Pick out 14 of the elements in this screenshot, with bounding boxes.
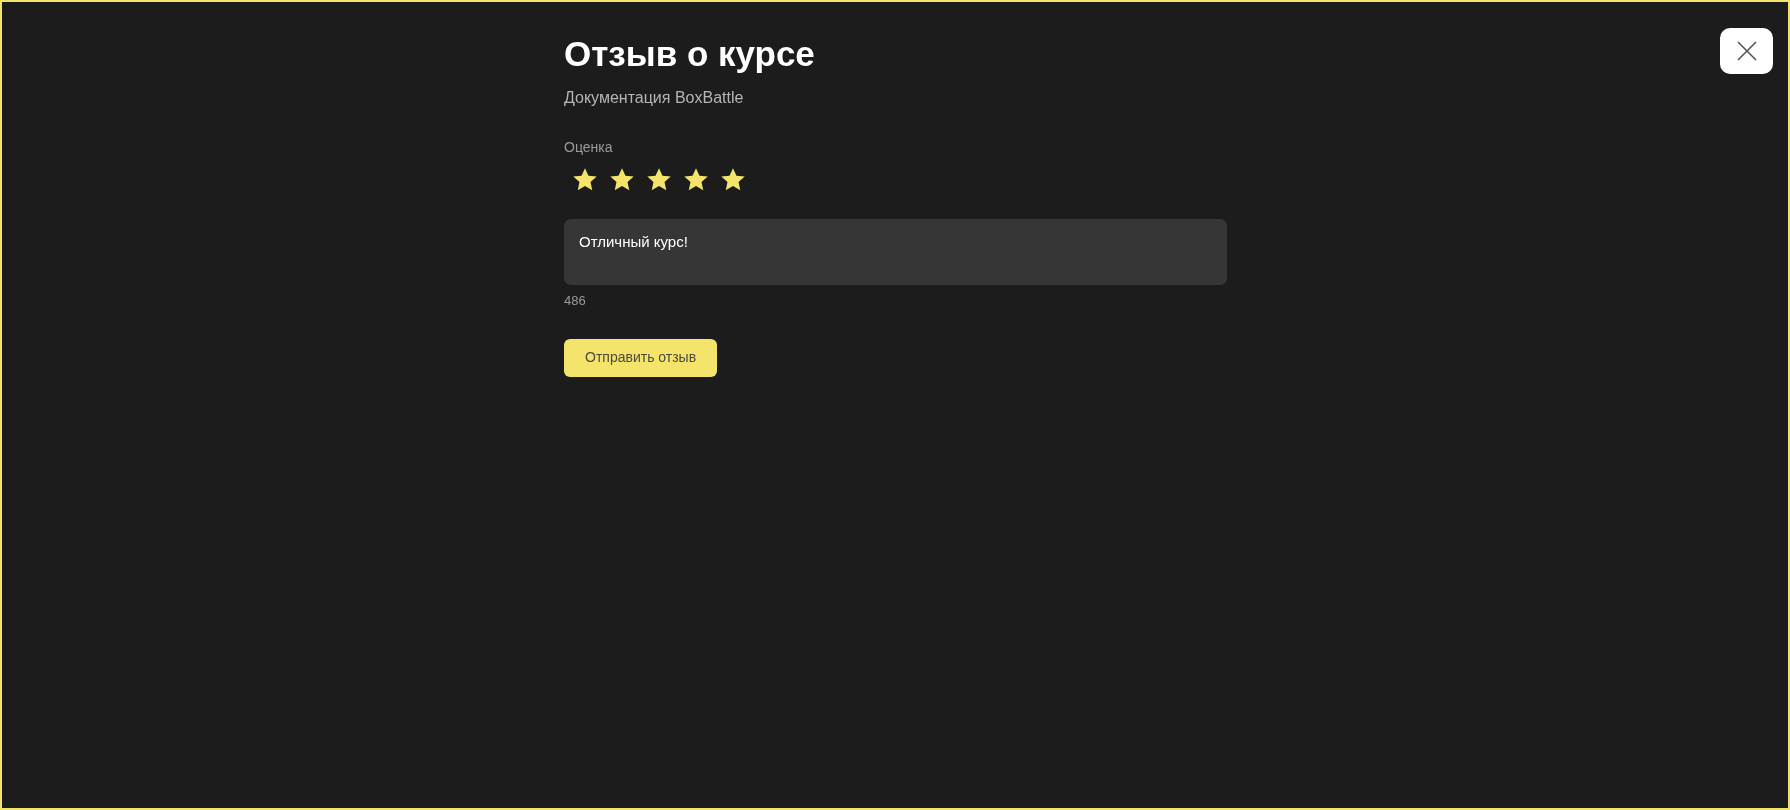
character-counter: 486 bbox=[564, 292, 586, 310]
review-field[interactable]: Отличный курс! bbox=[564, 219, 1227, 285]
rating-label: Оценка bbox=[564, 138, 613, 157]
star-icon[interactable] bbox=[646, 167, 672, 192]
close-button[interactable] bbox=[1720, 28, 1773, 74]
close-icon bbox=[1736, 41, 1757, 61]
star-icon[interactable] bbox=[683, 167, 709, 192]
star-icon[interactable] bbox=[720, 167, 746, 192]
course-name: Документация BoxBattle bbox=[564, 88, 744, 108]
submit-button[interactable]: Отправить отзыв bbox=[564, 338, 718, 377]
star-icon[interactable] bbox=[572, 167, 598, 192]
star-icon[interactable] bbox=[609, 167, 635, 192]
dialog-title: Отзыв о курсе bbox=[564, 33, 815, 75]
star-rating[interactable] bbox=[572, 167, 746, 192]
